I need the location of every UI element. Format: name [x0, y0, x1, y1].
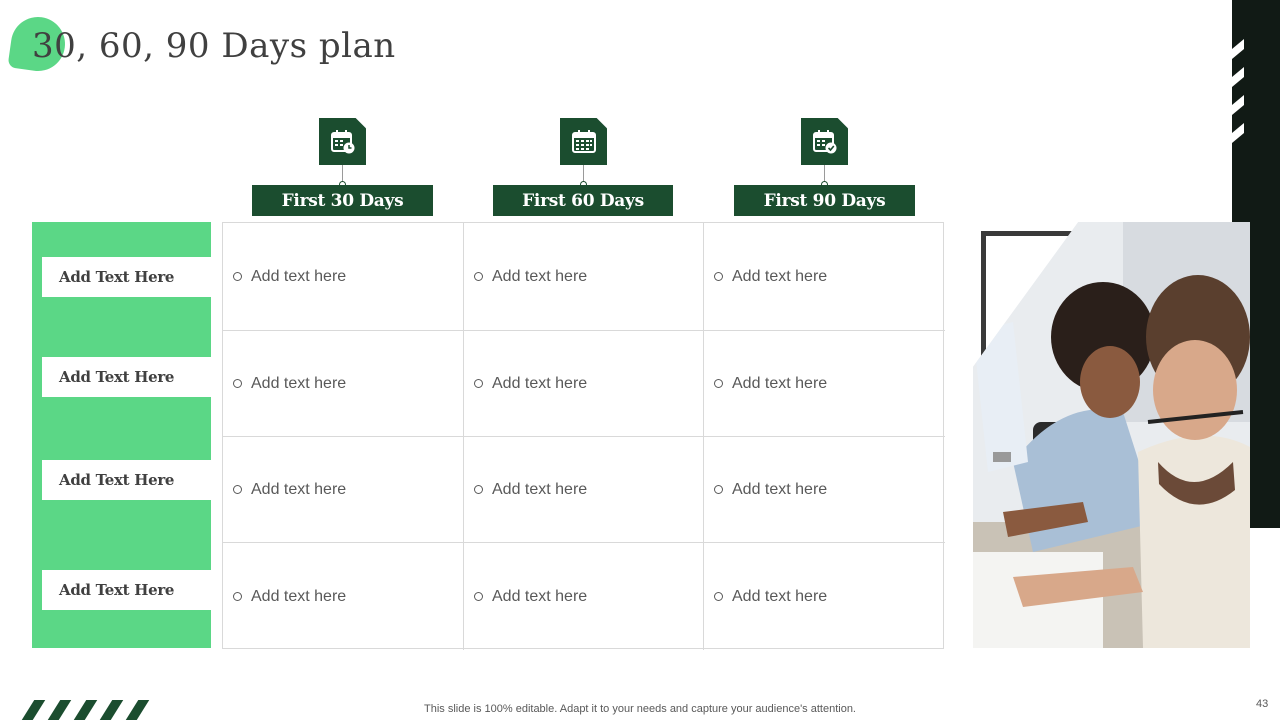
bullet-icon: [474, 485, 483, 494]
cell-text: Add text here: [492, 267, 588, 285]
calendar-grid-icon: [560, 118, 607, 165]
cell-text: Add text here: [492, 480, 588, 498]
cell-text: Add text here: [732, 267, 828, 285]
cell-text: Add text here: [251, 267, 347, 285]
bullet-icon: [474, 379, 483, 388]
cell-text: Add text here: [251, 587, 347, 605]
row-label: Add Text Here: [42, 460, 211, 500]
grid-cell: Add text here: [464, 331, 704, 437]
cell-text: Add text here: [732, 374, 828, 392]
cell-text: Add text here: [251, 480, 347, 498]
bullet-icon: [233, 485, 242, 494]
grid-cell: Add text here: [704, 331, 945, 437]
bullet-icon: [233, 379, 242, 388]
grid-cell: Add text here: [223, 543, 464, 650]
grid-cell: Add text here: [223, 223, 464, 331]
grid-cell: Add text here: [223, 331, 464, 437]
calendar-check-icon: [801, 118, 848, 165]
bullet-icon: [714, 592, 723, 601]
cell-text: Add text here: [251, 374, 347, 392]
plan-grid: Add text here Add text here Add text her…: [222, 222, 945, 650]
row-label: Add Text Here: [42, 257, 211, 297]
grid-cell: Add text here: [704, 437, 945, 543]
footer-note: This slide is 100% editable. Adapt it to…: [424, 703, 856, 715]
column-label: First 30 Days: [252, 185, 433, 216]
grid-cell: Add text here: [464, 437, 704, 543]
cell-text: Add text here: [492, 374, 588, 392]
page-number: 43: [1256, 698, 1269, 710]
bullet-icon: [714, 272, 723, 281]
grid-cell: Add text here: [464, 543, 704, 650]
bullet-icon: [233, 592, 242, 601]
calendar-clock-icon: [319, 118, 366, 165]
bullet-icon: [233, 272, 242, 281]
column-header-60: First 60 Days: [493, 118, 673, 218]
right-stripes: [1232, 36, 1244, 160]
cell-text: Add text here: [492, 587, 588, 605]
grid-cell: Add text here: [464, 223, 704, 331]
bullet-icon: [714, 379, 723, 388]
row-label: Add Text Here: [42, 357, 211, 397]
grid-cell: Add text here: [704, 223, 945, 331]
bullet-icon: [474, 272, 483, 281]
column-label: First 60 Days: [493, 185, 673, 216]
cell-text: Add text here: [732, 480, 828, 498]
grid-cell: Add text here: [223, 437, 464, 543]
column-label: First 90 Days: [734, 185, 915, 216]
cell-text: Add text here: [732, 587, 828, 605]
bullet-icon: [474, 592, 483, 601]
grid-cell: Add text here: [704, 543, 945, 650]
row-label: Add Text Here: [42, 570, 211, 610]
slide-title: 30, 60, 90 Days plan: [32, 26, 396, 66]
column-header-90: First 90 Days: [734, 118, 915, 218]
bullet-icon: [714, 485, 723, 494]
column-header-30: First 30 Days: [252, 118, 433, 218]
